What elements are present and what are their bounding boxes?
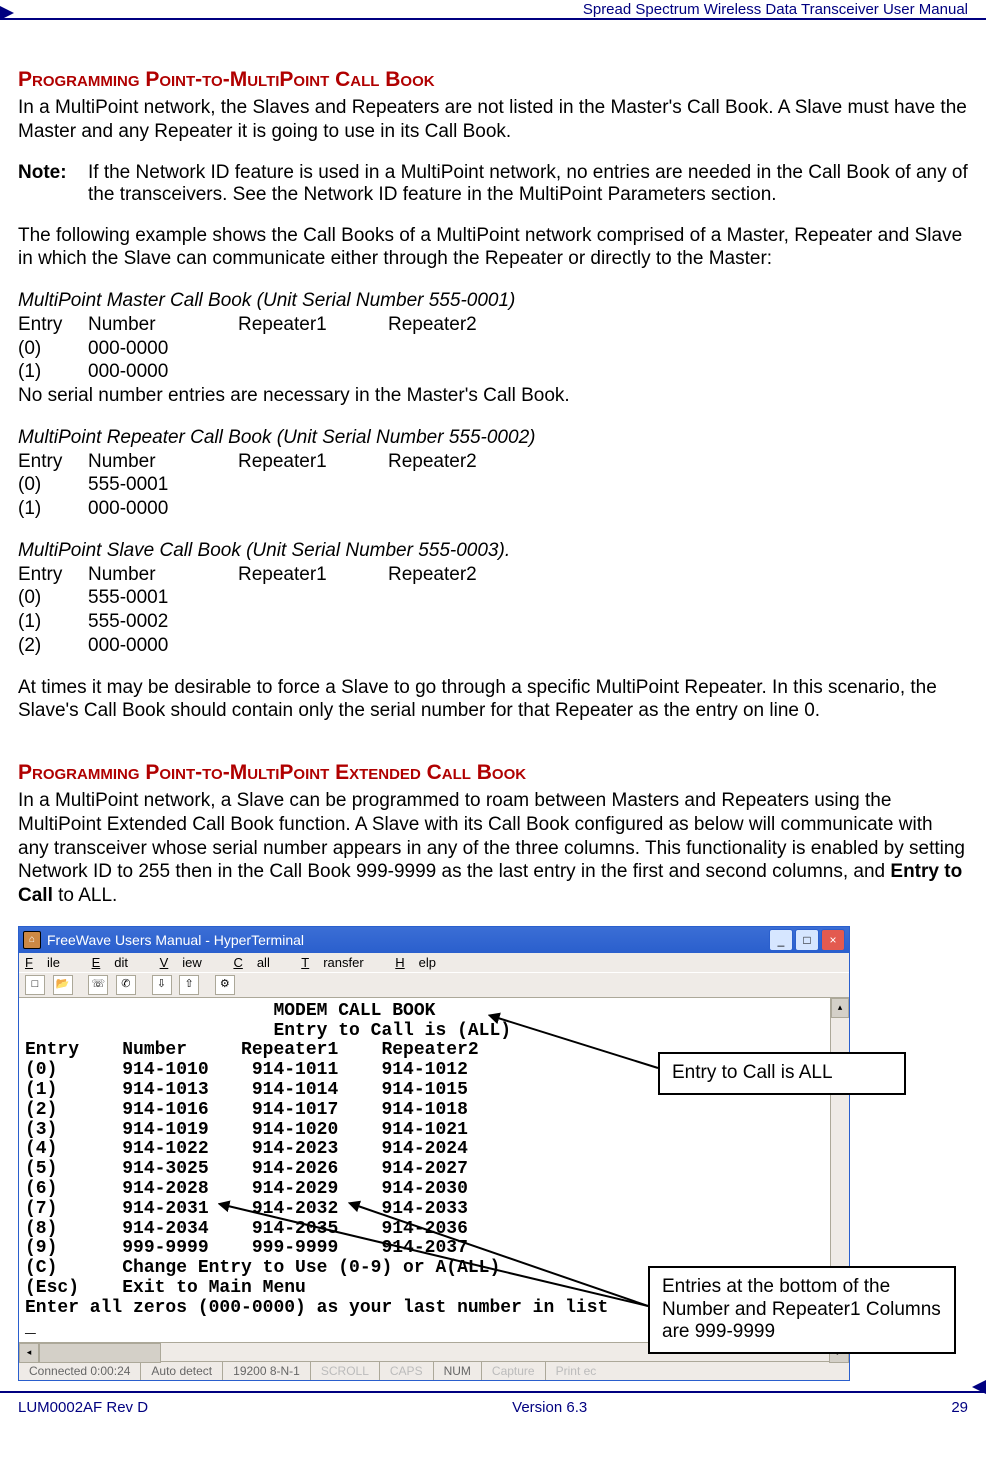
- scroll-left-icon[interactable]: ◂: [19, 1343, 39, 1363]
- status-print: Print ec: [546, 1362, 607, 1380]
- menubar: File Edit View Call Transfer Help: [19, 953, 849, 972]
- callout-entry-to-call: Entry to Call is ALL: [658, 1052, 906, 1095]
- header-arrow-icon: [0, 6, 14, 20]
- note-row: Note: If the Network ID feature is used …: [18, 162, 968, 206]
- callout-999: Entries at the bottom of the Number and …: [648, 1266, 956, 1354]
- note-label: Note:: [18, 162, 88, 206]
- status-caps: CAPS: [380, 1362, 434, 1380]
- section1-p1: In a MultiPoint network, the Slaves and …: [18, 96, 968, 144]
- new-icon[interactable]: □: [25, 975, 45, 995]
- table-row: (1) 000-0000: [18, 497, 968, 521]
- slave-cb-title: MultiPoint Slave Call Book (Unit Serial …: [18, 539, 968, 563]
- status-scroll: SCROLL: [311, 1362, 380, 1380]
- footer-right: 29: [951, 1399, 968, 1416]
- disconnect-icon[interactable]: ✆: [116, 975, 136, 995]
- menu-help[interactable]: Help: [395, 955, 450, 970]
- status-capture: Capture: [482, 1362, 546, 1380]
- menu-transfer[interactable]: Transfer: [301, 955, 377, 970]
- properties-icon[interactable]: ⚙: [215, 975, 235, 995]
- slave-callbook: MultiPoint Slave Call Book (Unit Serial …: [18, 539, 968, 658]
- menu-view[interactable]: View: [160, 955, 216, 970]
- cb-header-row: Entry Number Repeater1 Repeater2: [18, 450, 968, 474]
- menu-edit[interactable]: Edit: [92, 955, 142, 970]
- status-bar: Connected 0:00:24 Auto detect 19200 8-N-…: [19, 1361, 849, 1380]
- master-cb-title: MultiPoint Master Call Book (Unit Serial…: [18, 289, 968, 313]
- scroll-up-icon[interactable]: ▴: [831, 998, 849, 1018]
- section1-p2: The following example shows the Call Boo…: [18, 224, 968, 272]
- window-title: FreeWave Users Manual - HyperTerminal: [47, 932, 304, 948]
- master-cb-note: No serial number entries are necessary i…: [18, 384, 968, 408]
- connect-icon[interactable]: ☏: [88, 975, 108, 995]
- master-callbook: MultiPoint Master Call Book (Unit Serial…: [18, 289, 968, 408]
- col-entry: Entry: [18, 313, 88, 337]
- open-icon[interactable]: 📂: [53, 975, 73, 995]
- section2-heading: Programming Point-to-MultiPoint Extended…: [18, 761, 968, 785]
- table-row: (2) 000-0000: [18, 634, 968, 658]
- menu-call[interactable]: Call: [233, 955, 283, 970]
- section1-heading: Programming Point-to-MultiPoint Call Boo…: [18, 68, 968, 92]
- app-icon: ⌂: [23, 931, 41, 949]
- repeater-cb-title: MultiPoint Repeater Call Book (Unit Seri…: [18, 426, 968, 450]
- footer-left: LUM0002AF Rev D: [18, 1399, 148, 1416]
- p-after-tables: At times it may be desirable to force a …: [18, 676, 968, 724]
- col-r1: Repeater1: [238, 313, 388, 337]
- footer: LUM0002AF Rev D Version 6.3 29: [0, 1391, 986, 1422]
- table-row: (0) 000-0000: [18, 337, 968, 361]
- cb-header-row: Entry Number Repeater1 Repeater2: [18, 563, 968, 587]
- note-body: If the Network ID feature is used in a M…: [88, 162, 968, 206]
- table-row: (1) 555-0002: [18, 610, 968, 634]
- col-number: Number: [88, 313, 238, 337]
- minimize-button[interactable]: _: [769, 929, 793, 951]
- close-button[interactable]: ×: [821, 929, 845, 951]
- table-row: (1) 000-0000: [18, 360, 968, 384]
- titlebar[interactable]: ⌂ FreeWave Users Manual - HyperTerminal …: [19, 927, 849, 953]
- cb-header-row: Entry Number Repeater1 Repeater2: [18, 313, 968, 337]
- receive-icon[interactable]: ⇧: [179, 975, 199, 995]
- status-num: NUM: [434, 1362, 482, 1380]
- maximize-button[interactable]: □: [795, 929, 819, 951]
- toolbar: □ 📂 ☏ ✆ ⇩ ⇧ ⚙: [19, 972, 849, 998]
- status-baud: 19200 8-N-1: [223, 1362, 311, 1380]
- header-bar: Spread Spectrum Wireless Data Transceive…: [0, 0, 986, 20]
- hscroll-thumb[interactable]: [39, 1343, 161, 1363]
- status-connected: Connected 0:00:24: [19, 1362, 141, 1380]
- menu-file[interactable]: File: [25, 955, 74, 970]
- status-detect: Auto detect: [141, 1362, 223, 1380]
- col-r2: Repeater2: [388, 313, 538, 337]
- hyperterminal-container: ⌂ FreeWave Users Manual - HyperTerminal …: [18, 926, 968, 1382]
- doc-title: Spread Spectrum Wireless Data Transceive…: [583, 1, 968, 18]
- table-row: (0) 555-0001: [18, 473, 968, 497]
- send-icon[interactable]: ⇩: [152, 975, 172, 995]
- section2-p1: In a MultiPoint network, a Slave can be …: [18, 789, 968, 908]
- repeater-callbook: MultiPoint Repeater Call Book (Unit Seri…: [18, 426, 968, 521]
- footer-arrow-icon: [972, 1380, 986, 1394]
- table-row: (0) 555-0001: [18, 586, 968, 610]
- footer-center: Version 6.3: [512, 1399, 587, 1416]
